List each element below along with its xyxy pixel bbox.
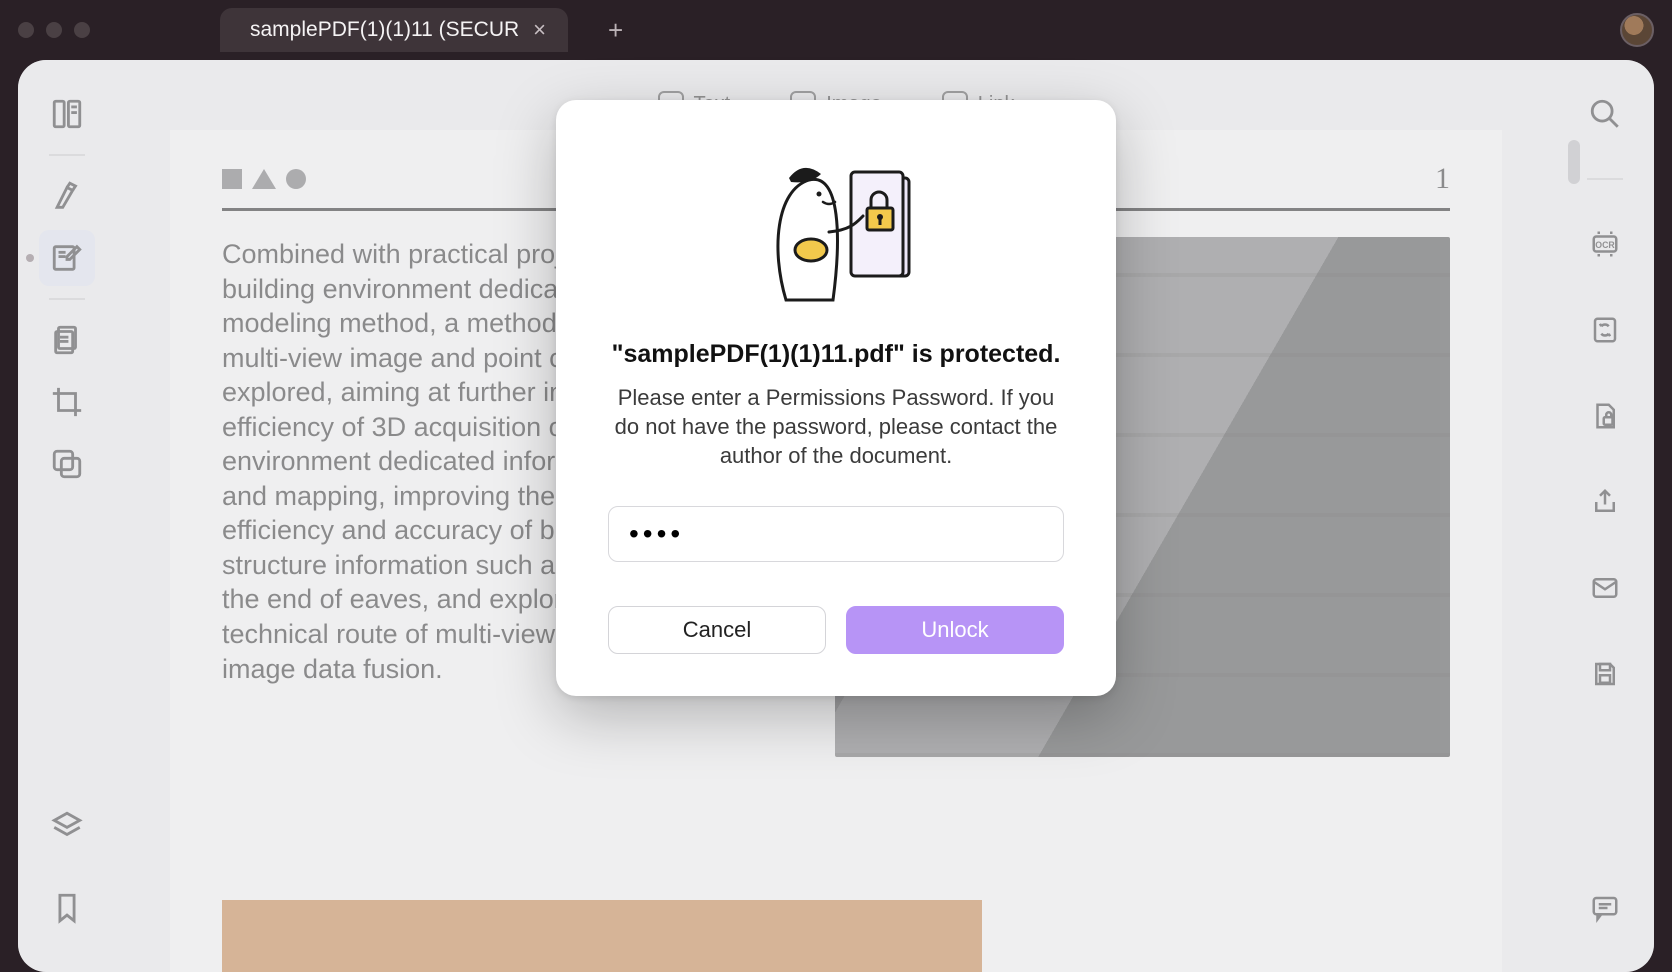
dialog-message: Please enter a Permissions Password. If … — [608, 383, 1064, 470]
close-window-button[interactable] — [18, 22, 34, 38]
titlebar: samplePDF(1)(1)11 (SECUR × + — [0, 0, 1672, 60]
dialog-buttons: Cancel Unlock — [608, 606, 1064, 654]
document-tab[interactable]: samplePDF(1)(1)11 (SECUR × — [220, 8, 568, 52]
zoom-window-button[interactable] — [74, 22, 90, 38]
cancel-button[interactable]: Cancel — [608, 606, 826, 654]
app-window: OCR Text — [18, 60, 1654, 972]
password-dialog: "samplePDF(1)(1)11.pdf" is protected. Pl… — [556, 100, 1116, 696]
close-tab-icon[interactable]: × — [533, 19, 546, 41]
password-input[interactable] — [608, 506, 1064, 562]
minimize-window-button[interactable] — [46, 22, 62, 38]
dialog-layer: "samplePDF(1)(1)11.pdf" is protected. Pl… — [18, 60, 1654, 972]
lock-character-icon — [731, 150, 941, 320]
dialog-illustration — [608, 140, 1064, 330]
tab-label: samplePDF(1)(1)11 (SECUR — [250, 18, 519, 42]
dialog-title: "samplePDF(1)(1)11.pdf" is protected. — [608, 340, 1064, 369]
unlock-button[interactable]: Unlock — [846, 606, 1064, 654]
window-controls — [18, 22, 90, 38]
avatar[interactable] — [1620, 13, 1654, 47]
new-tab-button[interactable]: + — [608, 15, 623, 46]
